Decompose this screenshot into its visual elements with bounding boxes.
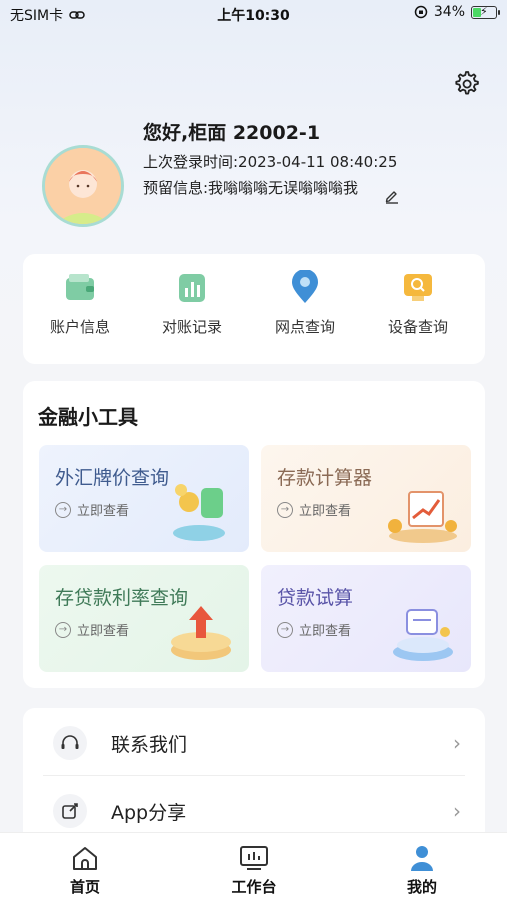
tool-view-link[interactable]: → 立即查看: [55, 500, 129, 519]
quick-item-label: 对账记录: [161, 318, 222, 336]
greeting-text: 您好,柜面 22002-1: [143, 122, 321, 144]
tab-label: 工作台: [231, 878, 277, 896]
tool-view-label: 立即查看: [299, 624, 352, 639]
arrow-right-circle-icon: →: [277, 501, 293, 518]
arrow-right-circle-icon: →: [55, 621, 71, 638]
arrow-right-circle-icon: →: [55, 501, 71, 518]
tools-title: 金融小工具: [38, 405, 138, 429]
avatar-illustration: [45, 148, 121, 224]
tool-view-label: 立即查看: [77, 624, 130, 639]
quick-item-label: 网点查询: [274, 318, 335, 336]
tool-title: 贷款试算: [277, 587, 354, 609]
menu-item-contact-us[interactable]: 联系我们 ›: [23, 710, 485, 776]
chevron-right-icon: ›: [453, 799, 461, 823]
tool-title: 外汇牌价查询: [55, 467, 170, 489]
status-bar: 无SIM卡 上午10:30 34% ⚡: [0, 0, 507, 28]
location-pin-icon: [289, 269, 321, 304]
finance-tools-card: 金融小工具 外汇牌价查询 → 立即查看 存款计算器 → 立即查看 存贷款利率查询 →…: [23, 381, 485, 688]
edit-reserved-info-button[interactable]: [383, 187, 401, 205]
arrow-right-circle-icon: →: [277, 621, 293, 638]
quick-item-account-info[interactable]: 账户信息: [30, 270, 130, 337]
tab-mine[interactable]: 我的: [372, 843, 472, 897]
tool-deposit-calculator[interactable]: 存款计算器 → 立即查看: [261, 445, 471, 552]
rotation-lock-icon: [414, 5, 428, 19]
quick-item-statement[interactable]: 对账记录: [142, 270, 242, 337]
status-right: 34% ⚡: [414, 4, 500, 20]
tool-view-link[interactable]: → 立即查看: [277, 620, 351, 639]
last-login-text: 上次登录时间:2023-04-11 08:40:25: [143, 153, 398, 171]
interest-rate-illustration: [171, 606, 231, 660]
loan-trial-illustration: [393, 609, 453, 661]
bar-chart-icon: [176, 270, 208, 304]
menu-item-label: App分享: [111, 801, 187, 824]
workbench-icon: [239, 843, 269, 873]
reserved-info-text: 预留信息:我嗡嗡嗡无误嗡嗡嗡我: [143, 179, 359, 197]
quick-actions-card: 账户信息 对账记录 网点查询 设备查询: [23, 254, 485, 364]
tab-home[interactable]: 首页: [35, 843, 135, 897]
tab-label: 我的: [406, 878, 437, 896]
quick-item-branch-search[interactable]: 网点查询: [255, 269, 355, 337]
avatar[interactable]: [42, 145, 124, 227]
menu-item-label: 联系我们: [111, 733, 188, 756]
quick-item-device-search[interactable]: 设备查询: [368, 270, 468, 337]
settings-button[interactable]: [451, 68, 481, 98]
divider: [43, 775, 465, 776]
tool-view-label: 立即查看: [77, 504, 130, 519]
quick-item-label: 账户信息: [49, 318, 110, 336]
pencil-icon: [385, 191, 398, 204]
tool-view-link[interactable]: → 立即查看: [55, 620, 129, 639]
tool-interest-rate[interactable]: 存贷款利率查询 → 立即查看: [39, 565, 249, 672]
home-icon: [70, 843, 100, 873]
headset-icon: [53, 726, 87, 760]
tool-title: 存款计算器: [277, 467, 373, 489]
chevron-right-icon: ›: [453, 731, 461, 755]
wallet-icon: [64, 270, 96, 304]
tab-workbench[interactable]: 工作台: [204, 843, 304, 897]
tool-view-link[interactable]: → 立即查看: [277, 500, 351, 519]
battery-percent: 34%: [433, 4, 465, 20]
bottom-tab-bar: 首页 工作台 我的: [0, 832, 507, 900]
monitor-search-icon: [402, 270, 434, 304]
battery-icon: ⚡: [471, 4, 500, 19]
quick-item-label: 设备查询: [387, 318, 448, 336]
gear-icon: [455, 71, 479, 95]
tool-view-label: 立即查看: [299, 504, 352, 519]
tool-loan-trial[interactable]: 贷款试算 → 立即查看: [261, 565, 471, 672]
share-icon: [53, 794, 87, 828]
deposit-calculator-illustration: [388, 491, 457, 543]
fx-coins-illustration: [173, 484, 225, 541]
tool-fx-rate[interactable]: 外汇牌价查询 → 立即查看: [39, 445, 249, 552]
charging-icon: ⚡: [480, 4, 488, 18]
tab-label: 首页: [69, 878, 100, 896]
user-icon: [407, 843, 437, 873]
